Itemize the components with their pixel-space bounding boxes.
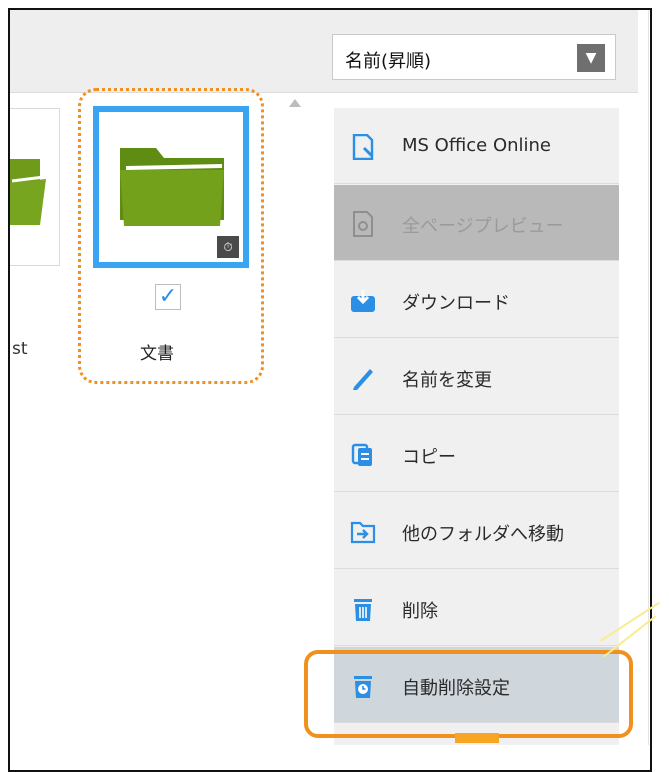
- file-card[interactable]: [10, 108, 60, 266]
- panel-divider: [648, 10, 649, 745]
- download-icon: [351, 290, 375, 312]
- menu-item-label: 全ページプレビュー: [402, 216, 564, 237]
- menu-item-label: 他のフォルダへ移動: [402, 524, 564, 545]
- menu-item-label: 名前を変更: [402, 370, 492, 391]
- menu-item-label: 削除: [402, 601, 438, 622]
- scrollbar[interactable]: [282, 93, 308, 745]
- sort-order-value: 名前(昇順): [345, 51, 432, 72]
- menu-item-label: ダウンロード: [402, 293, 510, 314]
- move-folder-icon: [350, 521, 376, 544]
- menu-item-label: MS Office Online: [402, 135, 552, 156]
- menu-item-ms-office-online[interactable]: MS Office Online: [334, 108, 619, 184]
- menu-item-download[interactable]: ダウンロード: [334, 262, 619, 338]
- callout-highlight: [304, 650, 633, 738]
- trash-icon: [354, 599, 372, 621]
- file-select-checkbox[interactable]: ✓: [155, 284, 181, 310]
- auto-delete-badge-icon: ⏱: [217, 236, 239, 258]
- menu-item-copy[interactable]: コピー: [334, 416, 619, 492]
- file-name: st: [12, 339, 28, 359]
- menu-item-full-preview: 全ページプレビュー: [334, 185, 619, 261]
- menu-item-label: コピー: [402, 447, 456, 468]
- office-doc-icon: [352, 134, 374, 160]
- folder-thumbnail[interactable]: ⏱: [93, 106, 249, 268]
- callout-tab: [455, 733, 499, 743]
- scroll-up-arrow-icon[interactable]: [289, 99, 301, 107]
- chevron-down-icon[interactable]: ▼: [577, 44, 605, 72]
- menu-item-rename[interactable]: 名前を変更: [334, 339, 619, 415]
- copy-icon: [351, 443, 372, 466]
- folder-icon: [10, 159, 46, 225]
- preview-icon: [353, 211, 373, 237]
- menu-item-delete[interactable]: 削除: [334, 570, 619, 646]
- file-toolbar: 名前(昇順) ▼: [10, 10, 638, 93]
- file-name: 文書: [140, 344, 174, 364]
- sort-order-select[interactable]: 名前(昇順) ▼: [332, 34, 616, 80]
- menu-item-move-folder[interactable]: 他のフォルダへ移動: [334, 493, 619, 569]
- folder-icon: [120, 148, 224, 226]
- pencil-icon: [353, 369, 373, 390]
